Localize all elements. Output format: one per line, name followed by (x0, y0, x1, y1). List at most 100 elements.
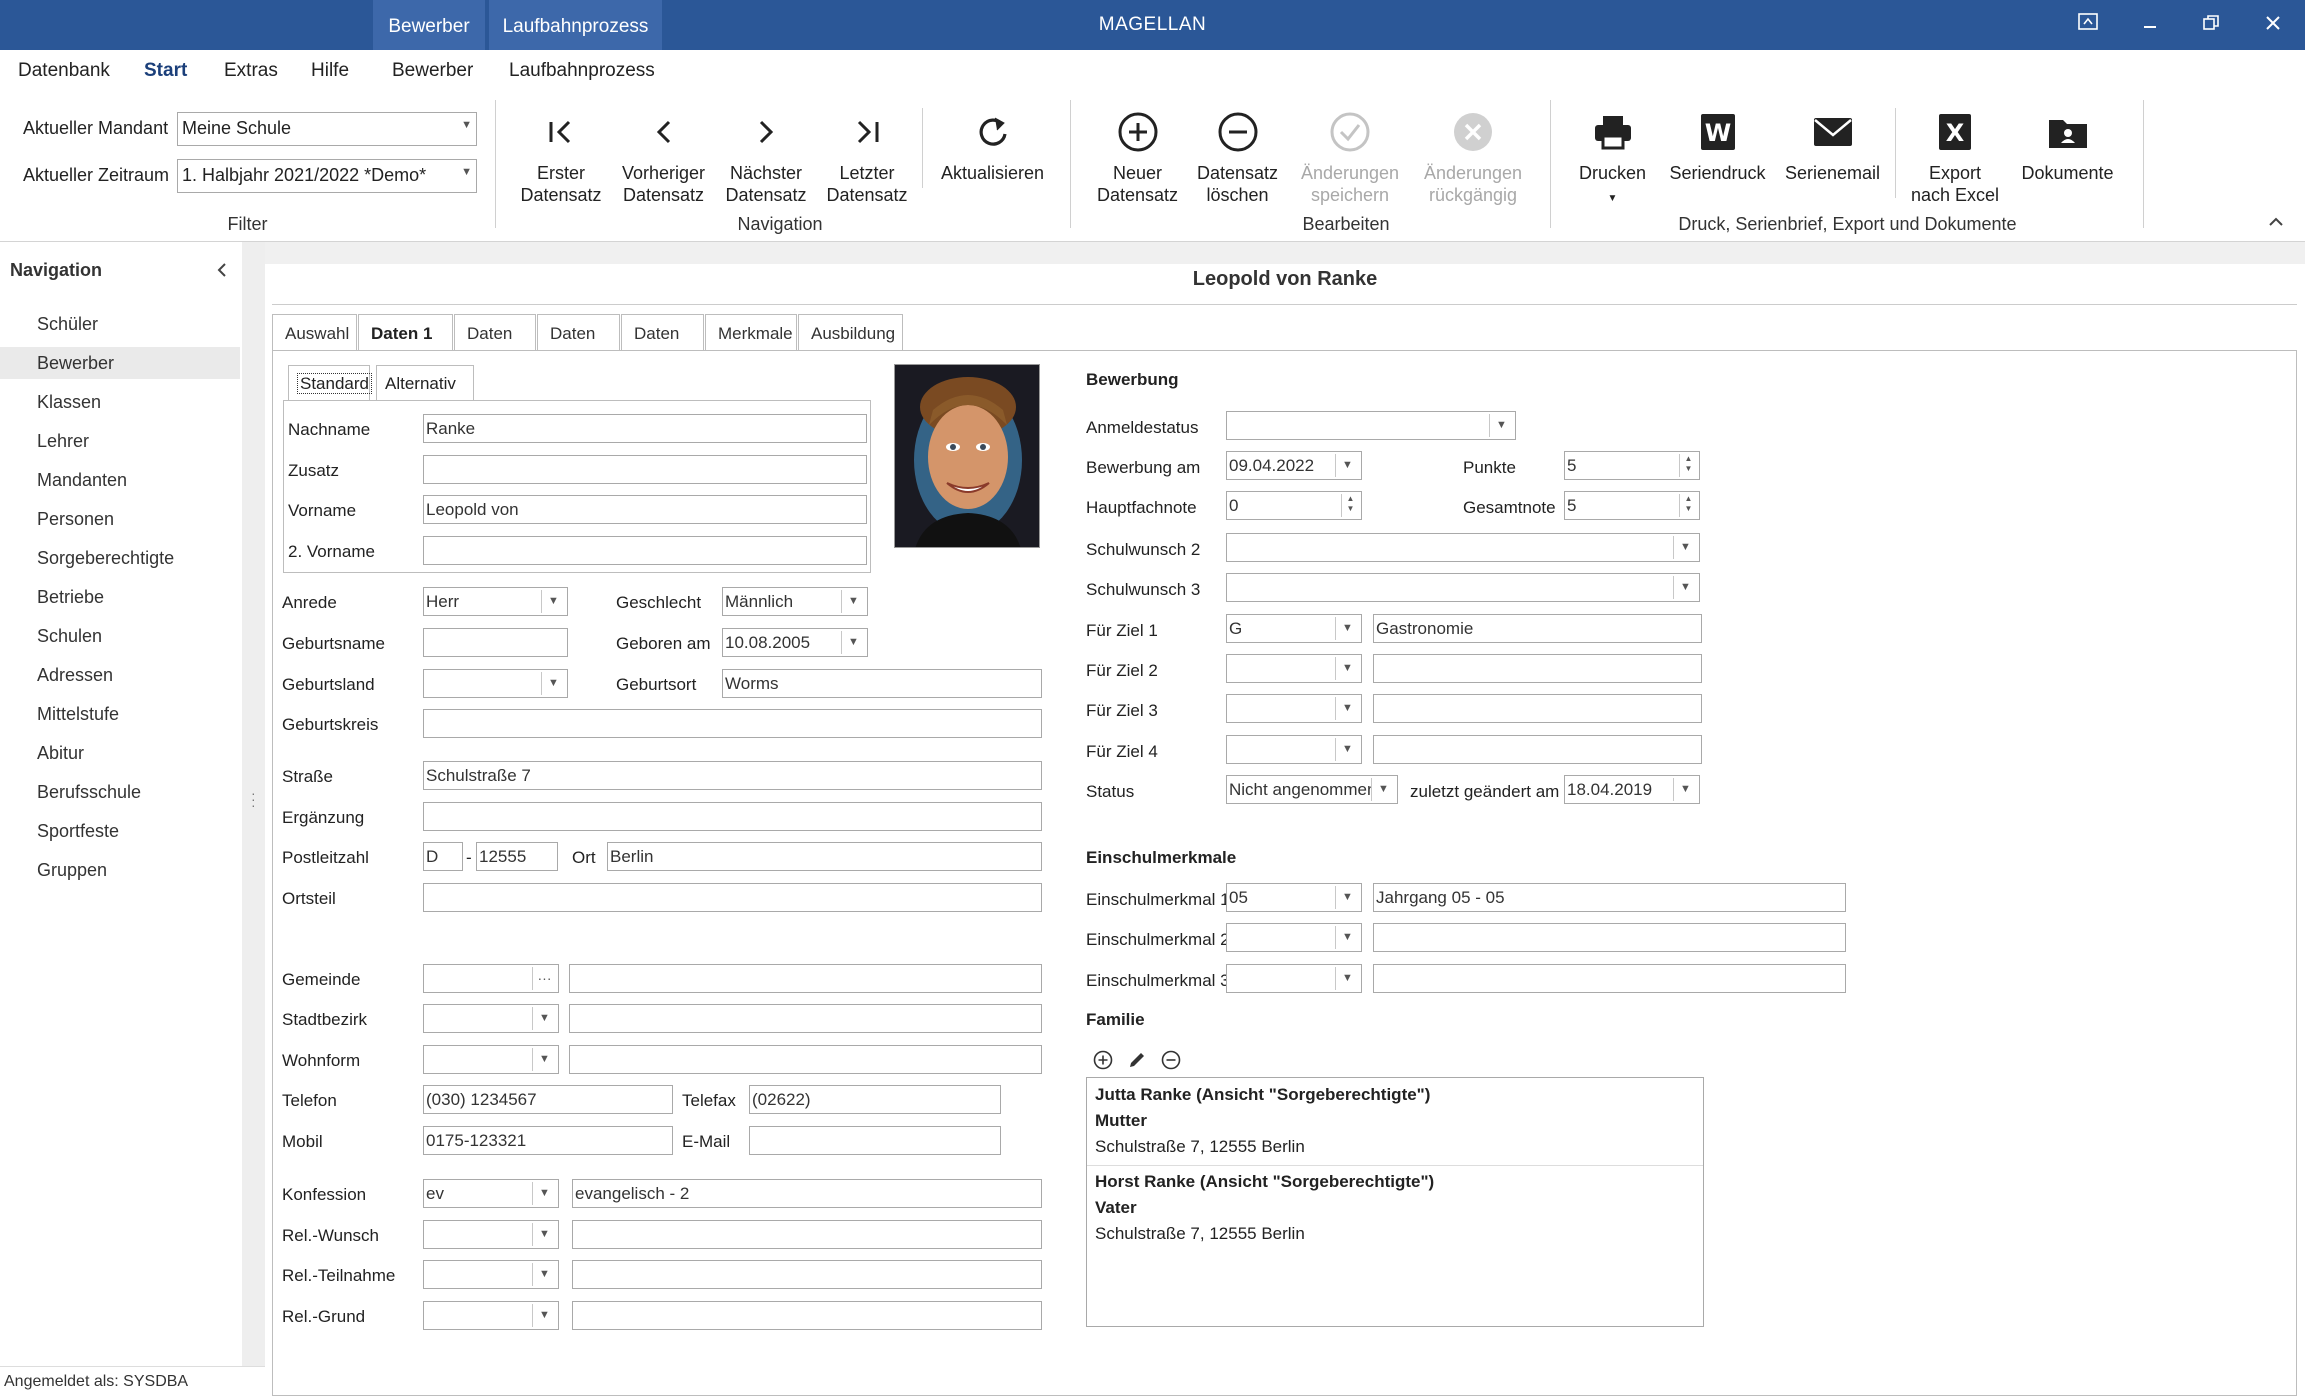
einschulmerkmal3-select[interactable]: ▼ (1226, 964, 1362, 993)
collapse-ribbon-icon[interactable] (2268, 212, 2284, 232)
tab-ausbildung[interactable]: Ausbildung (798, 314, 903, 351)
list-item[interactable]: Horst Ranke (Ansicht "Sorgeberechtigte")… (1095, 1169, 1655, 1247)
bewerbung-am-date[interactable]: 09.04.2022 ▼ (1226, 451, 1362, 480)
geschlecht-select[interactable]: Männlich ▼ (722, 587, 868, 616)
subtab-alternativ[interactable]: Alternativ (376, 365, 474, 400)
nav-item-betriebe[interactable]: Betriebe (0, 581, 240, 613)
minimize-icon[interactable] (2120, 0, 2180, 50)
stadtbezirk-select[interactable]: ▼ (423, 1004, 559, 1033)
ziel4-text-field[interactable] (1373, 735, 1702, 764)
nav-item-sportfeste[interactable]: Sportfeste (0, 815, 240, 847)
dokumente-button[interactable]: Dokumente (2015, 108, 2120, 184)
ziel1-select[interactable]: G ▼ (1226, 614, 1362, 643)
subtab-standard[interactable]: Standard (288, 365, 372, 400)
save-changes-button[interactable]: Änderungen speichern (1295, 108, 1405, 206)
zeitraum-select[interactable]: 1. Halbjahr 2021/2022 *Demo* ▼ (177, 159, 477, 193)
menu-hilfe[interactable]: Hilfe (311, 60, 349, 82)
ortsteil-field[interactable] (423, 883, 1042, 912)
refresh-button[interactable]: Aktualisieren (935, 108, 1050, 184)
previous-record-button[interactable]: Vorheriger Datensatz (616, 108, 711, 206)
next-record-button[interactable]: Nächster Datensatz (721, 108, 811, 206)
tab-merkmale[interactable]: Merkmale (705, 314, 797, 351)
status-select[interactable]: Nicht angenommen ▼ (1226, 775, 1398, 804)
nav-item-berufsschule[interactable]: Berufsschule (0, 776, 240, 808)
anrede-select[interactable]: Herr ▼ (423, 587, 568, 616)
nav-item-schulen[interactable]: Schulen (0, 620, 240, 652)
konfession-text-field[interactable]: evangelisch - 2 (572, 1179, 1042, 1208)
tab-daten-1[interactable]: Daten 1 (358, 314, 453, 352)
close-icon[interactable] (2243, 0, 2303, 50)
einschulmerkmal1-text-field[interactable]: Jahrgang 05 - 05 (1373, 883, 1846, 912)
ribbon-display-options-icon[interactable] (2058, 0, 2118, 50)
seriendruck-button[interactable]: W Seriendruck (1665, 108, 1770, 184)
nav-item-lehrer[interactable]: Lehrer (0, 425, 240, 457)
geburtsort-field[interactable]: Worms (722, 669, 1042, 698)
geburtsland-select[interactable]: ▼ (423, 669, 568, 698)
menu-datenbank[interactable]: Datenbank (18, 60, 110, 82)
wohnform-name-field[interactable] (569, 1045, 1042, 1074)
edit-family-icon[interactable] (1127, 1050, 1147, 1075)
vorname2-field[interactable] (423, 536, 867, 565)
gesamtnote-spinner[interactable]: 5 ▲ ▼ (1564, 491, 1700, 520)
konfession-select[interactable]: ev ▼ (423, 1179, 559, 1208)
stadtbezirk-name-field[interactable] (569, 1004, 1042, 1033)
spinner-arrows-icon[interactable]: ▲ ▼ (1679, 454, 1697, 477)
schulwunsch2-select[interactable]: ▼ (1226, 533, 1700, 562)
relgrund-select[interactable]: ▼ (423, 1301, 559, 1330)
menu-bewerber[interactable]: Bewerber (392, 60, 473, 82)
einschulmerkmal2-text-field[interactable] (1373, 923, 1846, 952)
wohnform-select[interactable]: ▼ (423, 1045, 559, 1074)
tab-auswahl[interactable]: Auswahl (272, 314, 357, 351)
first-record-button[interactable]: Erster Datensatz (516, 108, 606, 206)
einschulmerkmal2-select[interactable]: ▼ (1226, 923, 1362, 952)
tab-daten-4[interactable]: Daten 4 (621, 314, 704, 380)
ziel4-select[interactable]: ▼ (1226, 735, 1362, 764)
ellipsis-button[interactable]: ··· (532, 967, 556, 990)
nav-item-abitur[interactable]: Abitur (0, 737, 240, 769)
geaendert-date[interactable]: 18.04.2019 ▼ (1564, 775, 1700, 804)
nav-item-personen[interactable]: Personen (0, 503, 240, 535)
nav-item-schueler[interactable]: Schüler (0, 308, 240, 340)
ziel3-text-field[interactable] (1373, 694, 1702, 723)
ziel1-text-field[interactable]: Gastronomie (1373, 614, 1702, 643)
geboren-date[interactable]: 10.08.2005 ▼ (722, 628, 868, 657)
nachname-field[interactable]: Ranke (423, 414, 867, 443)
einschulmerkmal1-select[interactable]: 05 ▼ (1226, 883, 1362, 912)
tab-daten-2[interactable]: Daten 2 (454, 314, 536, 380)
punkte-spinner[interactable]: 5 ▲ ▼ (1564, 451, 1700, 480)
telefon-field[interactable]: (030) 1234567 (423, 1085, 673, 1114)
ort-field[interactable]: Berlin (607, 842, 1042, 871)
nav-item-gruppen[interactable]: Gruppen (0, 854, 240, 886)
nav-item-sorgeberechtigte[interactable]: Sorgeberechtigte (0, 542, 240, 574)
telefax-field[interactable]: (02622) (749, 1085, 1001, 1114)
nav-item-klassen[interactable]: Klassen (0, 386, 240, 418)
nav-item-mandanten[interactable]: Mandanten (0, 464, 240, 496)
ziel2-text-field[interactable] (1373, 654, 1702, 683)
email-field[interactable] (749, 1126, 1001, 1155)
undo-changes-button[interactable]: Änderungen rückgängig (1418, 108, 1528, 206)
gemeinde-field[interactable]: ··· (423, 964, 559, 993)
print-button[interactable]: Drucken ▼ (1565, 108, 1660, 210)
geburtskreis-field[interactable] (423, 709, 1042, 738)
relteilnahme-select[interactable]: ▼ (423, 1260, 559, 1289)
relteilnahme-text-field[interactable] (572, 1260, 1042, 1289)
add-family-icon[interactable] (1093, 1050, 1113, 1075)
einschulmerkmal3-text-field[interactable] (1373, 964, 1846, 993)
spinner-arrows-icon[interactable]: ▲ ▼ (1341, 494, 1359, 517)
vorname-field[interactable]: Leopold von (423, 495, 867, 524)
relwunsch-text-field[interactable] (572, 1220, 1042, 1249)
restore-icon[interactable] (2181, 0, 2241, 50)
last-record-button[interactable]: Letzter Datensatz (822, 108, 912, 206)
geburtsname-field[interactable] (423, 628, 568, 657)
delete-record-button[interactable]: Datensatz löschen (1190, 108, 1285, 206)
anmeldestatus-select[interactable]: ▼ (1226, 411, 1516, 440)
schulwunsch3-select[interactable]: ▼ (1226, 573, 1700, 602)
mobil-field[interactable]: 0175-123321 (423, 1126, 673, 1155)
spinner-arrows-icon[interactable]: ▲ ▼ (1679, 494, 1697, 517)
collapse-navigation-icon[interactable] (215, 262, 229, 283)
nav-item-adressen[interactable]: Adressen (0, 659, 240, 691)
menu-laufbahnprozess[interactable]: Laufbahnprozess (509, 60, 655, 82)
ergaenzung-field[interactable] (423, 802, 1042, 831)
list-item[interactable]: Jutta Ranke (Ansicht "Sorgeberechtigte")… (1095, 1082, 1655, 1160)
export-excel-button[interactable]: X Export nach Excel (1905, 108, 2005, 206)
